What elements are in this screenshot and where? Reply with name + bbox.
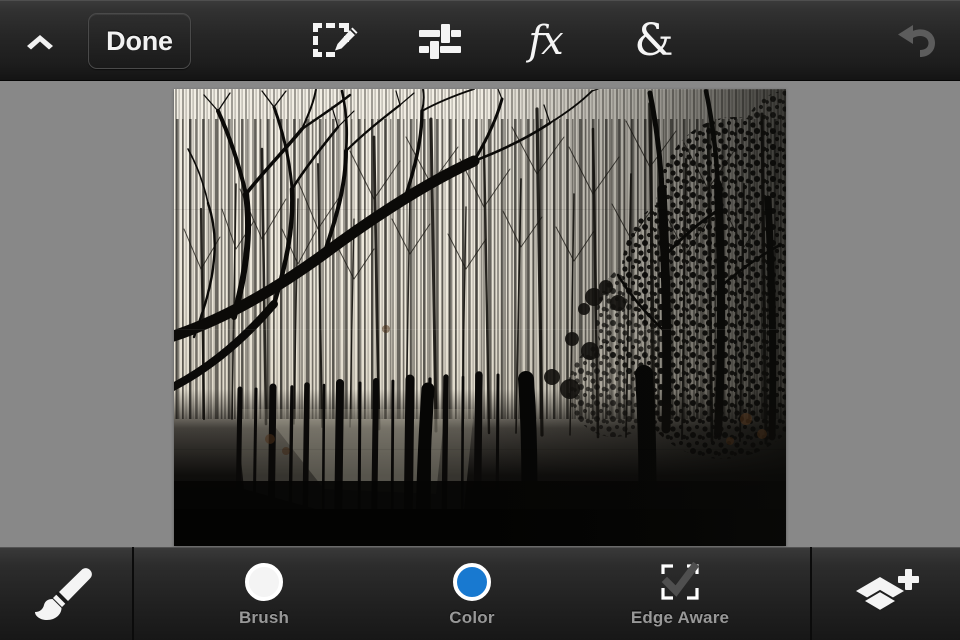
brush-options-bar: Brush Color Edge Aware [132,547,812,640]
done-button[interactable]: Done [88,13,191,69]
edge-aware-check-icon [659,560,701,604]
brush-option-label: Brush [238,607,290,627]
brush-size-swatch-icon [245,560,283,604]
top-toolbar: Done fx & [0,0,960,81]
add-layer-icon [856,568,919,612]
color-option[interactable]: Color [397,560,547,628]
app-root: Done fx & Brush Color Edge Aware [0,0,960,640]
paintbrush-icon [35,567,92,620]
collapse-toolbar-button[interactable] [16,19,64,63]
effects-tool-button[interactable]: fx [515,11,575,71]
adjustments-tool-button[interactable] [410,11,470,71]
brush-size-option[interactable]: Brush [189,560,339,628]
ampersand-icon: & [634,15,674,66]
bottom-toolbar: Brush Color Edge Aware [0,547,960,640]
undo-button[interactable] [891,16,947,66]
color-option-label: Color [449,607,495,627]
add-layer-button[interactable] [812,547,960,640]
color-swatch-icon [453,560,491,604]
chevron-up-icon [27,35,53,50]
undo-arrow-icon [898,25,935,57]
photo-canvas[interactable] [174,89,786,546]
selection-pencil-icon [313,23,358,57]
brush-tool-button[interactable] [0,547,132,640]
forest-photograph [174,89,786,546]
done-button-label: Done [106,25,173,56]
canvas-area[interactable] [0,81,960,547]
selection-edit-tool-button[interactable] [305,11,365,71]
sliders-icon [419,24,461,59]
blend-tool-button[interactable]: & [624,11,684,71]
edge-aware-option-label: Edge Aware [630,607,730,627]
fx-icon: fx [528,18,563,64]
edge-aware-option[interactable]: Edge Aware [605,560,755,628]
